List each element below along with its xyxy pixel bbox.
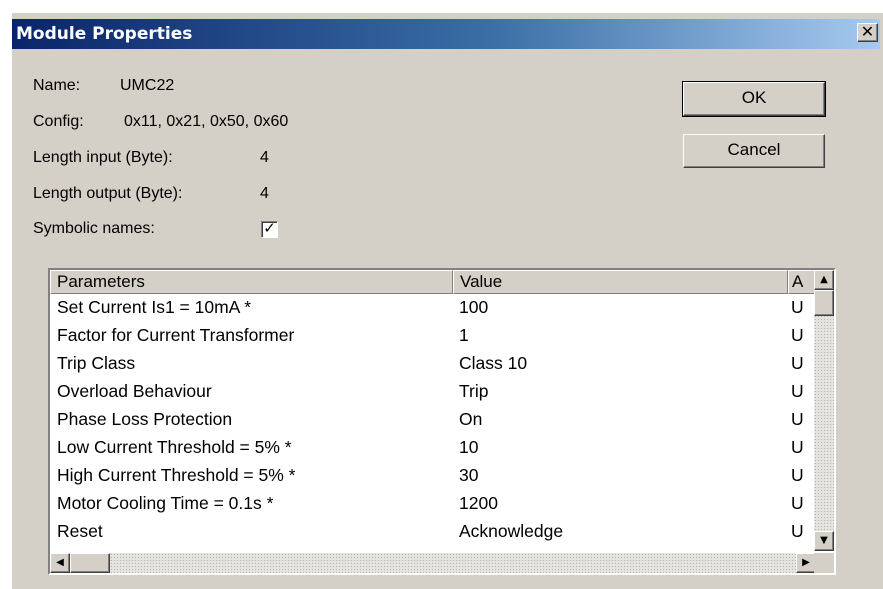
- param-value: 1200: [459, 493, 498, 513]
- length-input-value: 4: [260, 149, 269, 166]
- param-name: Factor for Current Transformer: [57, 325, 295, 345]
- length-input-label: Length input (Byte):: [33, 149, 173, 166]
- param-extra: U: [791, 437, 804, 457]
- length-output-label: Length output (Byte):: [33, 185, 183, 202]
- param-name: Set Current Is1 = 10mA *: [57, 297, 252, 317]
- param-extra: U: [791, 353, 804, 373]
- close-icon: ✕: [860, 22, 875, 41]
- horizontal-scroll-thumb[interactable]: [70, 553, 110, 573]
- param-value: Trip: [459, 381, 489, 401]
- param-name: Trip Class: [57, 353, 136, 373]
- ok-button[interactable]: OK: [682, 81, 826, 117]
- arrow-left-icon: ◀: [56, 557, 64, 568]
- cancel-button[interactable]: Cancel: [683, 134, 825, 168]
- symbolic-names-checkbox[interactable]: ✓: [261, 221, 278, 238]
- name-value: UMC22: [120, 77, 175, 94]
- param-extra: U: [791, 493, 804, 513]
- close-button[interactable]: ✕: [857, 23, 878, 42]
- window-title: Module Properties: [16, 24, 193, 44]
- arrow-right-icon: ▶: [802, 557, 810, 568]
- parameters-list: Parameters Value A Set Current Is1 = 10m…: [48, 268, 836, 575]
- param-extra: U: [791, 465, 804, 485]
- param-extra: U: [791, 381, 804, 401]
- param-extra: U: [791, 521, 804, 541]
- table-row[interactable]: Phase Loss Protection On U: [50, 406, 816, 434]
- table-row[interactable]: Motor Cooling Time = 0.1s * 1200 U: [50, 490, 816, 518]
- param-value: 30: [459, 465, 479, 485]
- horizontal-scrollbar[interactable]: ◀ ▶: [50, 553, 816, 573]
- param-name: Low Current Threshold = 5% *: [57, 437, 292, 457]
- length-output-value: 4: [260, 185, 269, 202]
- param-extra: U: [791, 409, 804, 429]
- param-extra: U: [791, 325, 804, 345]
- title-bar: Module Properties ✕: [12, 19, 880, 49]
- name-label: Name:: [33, 77, 81, 94]
- list-body: Set Current Is1 = 10mA * 100 U Factor fo…: [50, 294, 816, 546]
- column-header-parameters[interactable]: Parameters: [50, 270, 453, 294]
- table-row[interactable]: Low Current Threshold = 5% * 10 U: [50, 434, 816, 462]
- param-name: Reset: [57, 521, 103, 541]
- param-value: 100: [459, 297, 489, 317]
- param-extra: U: [791, 297, 804, 317]
- scroll-up-button[interactable]: ▲: [814, 270, 834, 290]
- vertical-scroll-thumb[interactable]: [814, 290, 834, 316]
- param-name: High Current Threshold = 5% *: [57, 465, 296, 485]
- symbolic-names-label: Symbolic names:: [33, 220, 155, 237]
- scroll-right-button[interactable]: ▶: [796, 553, 816, 573]
- vertical-scrollbar[interactable]: ▲ ▼: [814, 270, 834, 551]
- column-header-value[interactable]: Value: [453, 270, 788, 294]
- module-properties-dialog: Module Properties ✕ Name: UMC22 Config: …: [11, 12, 883, 589]
- param-value: Acknowledge: [459, 521, 564, 541]
- arrow-up-icon: ▲: [820, 274, 828, 285]
- param-value: Class 10: [459, 353, 528, 373]
- scrollbar-corner: [814, 553, 834, 573]
- scroll-down-button[interactable]: ▼: [814, 531, 834, 551]
- param-name: Overload Behaviour: [57, 381, 212, 401]
- table-row[interactable]: Factor for Current Transformer 1 U: [50, 322, 816, 350]
- param-name: Motor Cooling Time = 0.1s *: [57, 493, 274, 513]
- param-value: On: [459, 409, 483, 429]
- config-value: 0x11, 0x21, 0x50, 0x60: [124, 113, 289, 130]
- param-name: Phase Loss Protection: [57, 409, 233, 429]
- arrow-down-icon: ▼: [820, 535, 828, 546]
- table-row[interactable]: Reset Acknowledge U: [50, 518, 816, 546]
- checkmark-icon: ✓: [263, 220, 276, 237]
- scroll-left-button[interactable]: ◀: [50, 553, 70, 573]
- column-header-third[interactable]: A: [788, 270, 816, 294]
- table-row[interactable]: Set Current Is1 = 10mA * 100 U: [50, 294, 816, 322]
- param-value: 10: [459, 437, 479, 457]
- table-row[interactable]: Trip Class Class 10 U: [50, 350, 816, 378]
- table-row[interactable]: High Current Threshold = 5% * 30 U: [50, 462, 816, 490]
- config-label: Config:: [33, 113, 84, 130]
- table-row[interactable]: Overload Behaviour Trip U: [50, 378, 816, 406]
- list-header: Parameters Value A: [50, 270, 816, 294]
- param-value: 1: [459, 325, 469, 345]
